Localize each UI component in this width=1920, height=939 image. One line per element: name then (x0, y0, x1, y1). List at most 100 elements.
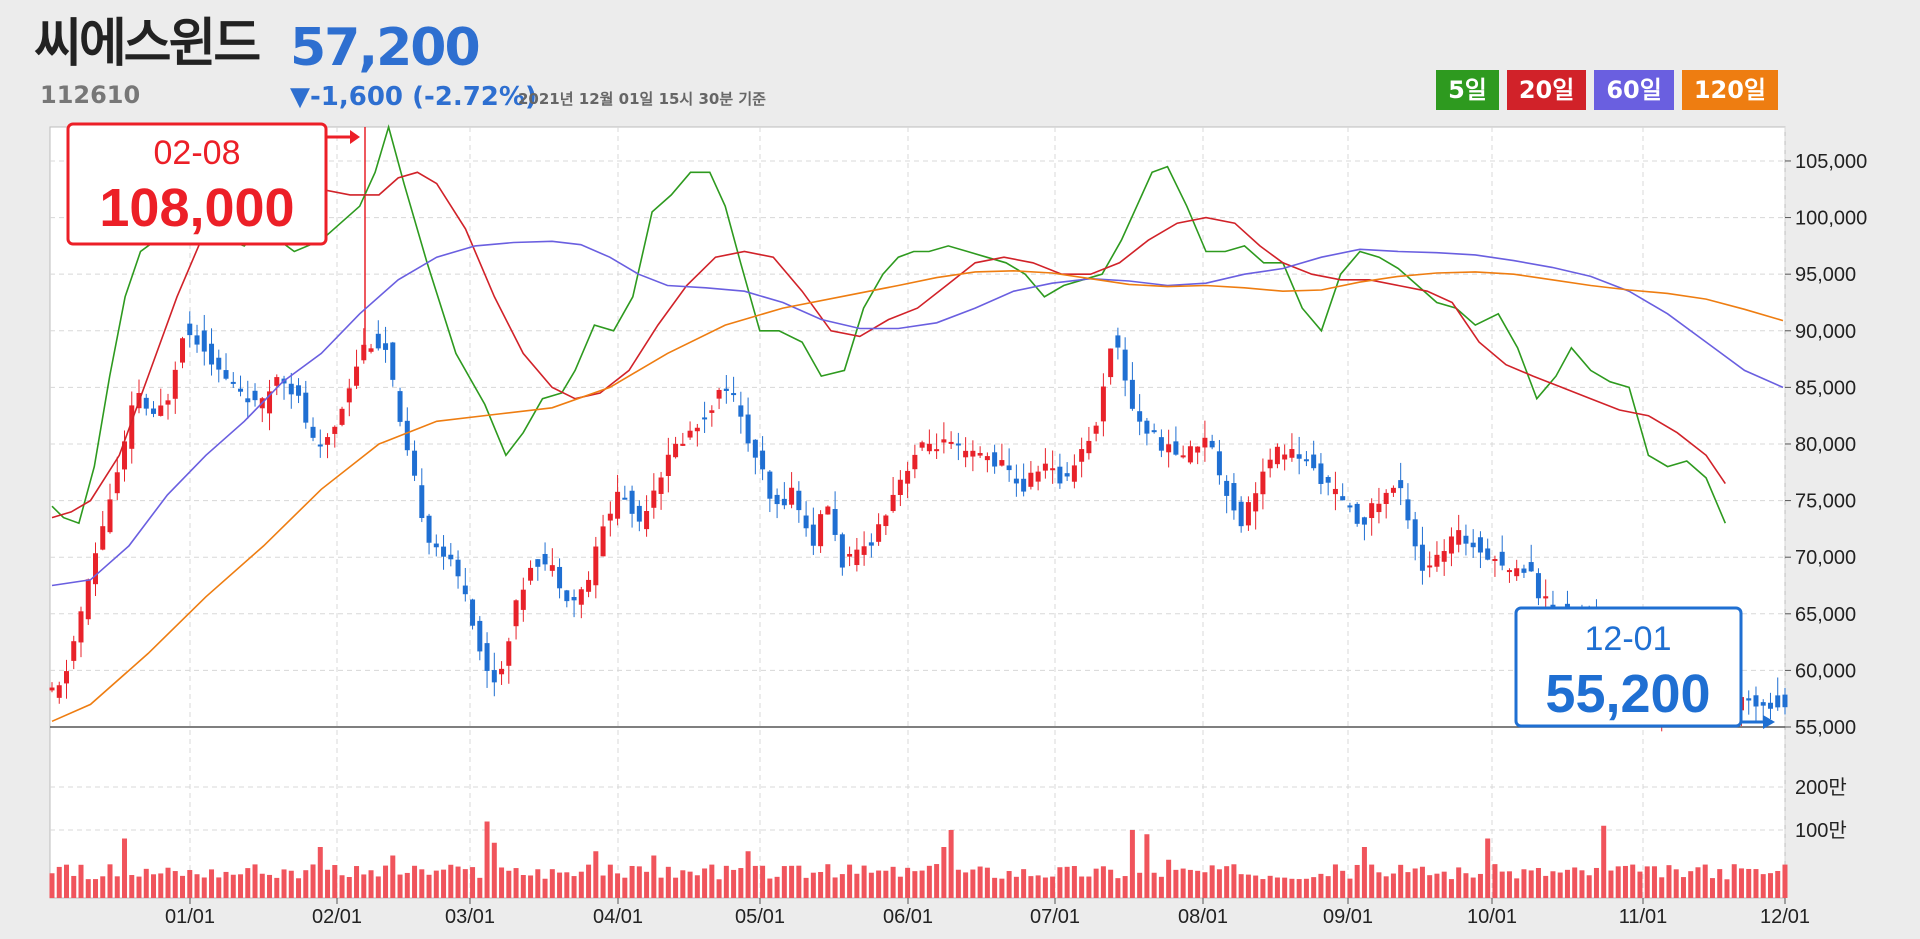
volume-bar (404, 872, 410, 898)
candle-body (506, 641, 512, 666)
volume-bar (702, 868, 708, 898)
candle-body (564, 590, 570, 602)
candle-body (1035, 471, 1041, 482)
volume-bar (1412, 868, 1418, 898)
candle-body (1079, 449, 1085, 462)
volume-bar (1651, 866, 1657, 898)
volume-bar (810, 872, 816, 898)
volume-bar (1166, 859, 1172, 898)
volume-bar (665, 866, 671, 898)
volume-bar (1659, 877, 1665, 898)
volume-bar (1042, 877, 1048, 898)
candle-body (1369, 503, 1375, 519)
stock-chart: 105,000 100,000 95,000 90,000 85,000 80,000 75… (49, 122, 1867, 928)
volume-bar (1376, 872, 1382, 898)
candle-body (1006, 465, 1012, 471)
volume-bar (1535, 867, 1541, 898)
candle-body (404, 420, 410, 451)
volume-bar (71, 875, 77, 898)
candle-body (731, 393, 737, 396)
candle-body (209, 343, 215, 365)
volume-bar (296, 878, 302, 898)
volume-bar (680, 870, 686, 898)
candle-body (339, 408, 345, 425)
volume-bar (1448, 879, 1454, 898)
volume-bar (1361, 847, 1367, 898)
x-tick-label: 01/01 (165, 906, 215, 928)
x-tick-label: 10/01 (1467, 906, 1517, 928)
candle-body (1144, 420, 1150, 434)
volume-bar (1608, 870, 1614, 898)
candle-body (984, 456, 990, 461)
candle-body (1187, 446, 1193, 463)
volume-bar (1615, 866, 1621, 898)
candle-body (433, 543, 439, 548)
candle-body (977, 453, 983, 456)
volume-bar (1100, 866, 1106, 898)
candle-body (644, 511, 650, 530)
volume-bar (1311, 877, 1317, 898)
volume-bar (564, 872, 570, 898)
volume-bar (542, 878, 548, 898)
candle-body (390, 342, 396, 380)
candle-body (535, 559, 541, 567)
candle-body (1318, 463, 1324, 484)
volume-bar (339, 875, 345, 898)
volume-bar (1398, 864, 1404, 898)
volume-bar (1195, 870, 1201, 898)
volume-bar (1717, 869, 1723, 898)
high-callout-date: 02-08 (154, 134, 241, 172)
volume-bar (607, 864, 613, 898)
volume-bar (1666, 865, 1672, 898)
volume-bar (165, 867, 171, 898)
candle-body (600, 526, 606, 557)
low-callout-date: 12-01 (1585, 620, 1672, 658)
volume-bar (615, 873, 621, 898)
candle-body (201, 330, 207, 352)
volume-bar (187, 870, 193, 898)
volume-bar (332, 865, 338, 898)
volume-bar (1680, 877, 1686, 898)
volume-bar (1688, 871, 1694, 898)
volume-bar (723, 865, 729, 898)
x-tick-label: 03/01 (445, 906, 495, 928)
candle-body (1238, 501, 1244, 527)
candle-body (1441, 551, 1447, 562)
volume-bar (310, 864, 316, 898)
volume-bar (1550, 871, 1556, 898)
candle-body (607, 513, 613, 521)
candle-body (629, 490, 635, 514)
volume-bar (912, 871, 918, 898)
candle-body (223, 370, 229, 379)
volume-bar (158, 873, 164, 898)
candle-body (1042, 463, 1048, 471)
volume-bar (934, 864, 940, 898)
candle-body (56, 685, 62, 698)
volume-bar (346, 876, 352, 898)
candle-body (1289, 449, 1295, 458)
candle-body (1775, 695, 1781, 708)
volume-bar (56, 866, 62, 898)
candle-body (1173, 441, 1179, 455)
candle-body (890, 494, 896, 512)
y-tick-label: 85,000 (1795, 377, 1856, 399)
volume-bar (709, 864, 715, 898)
candle-body (491, 670, 497, 683)
candle-body (1108, 348, 1114, 378)
volume-bar (1463, 873, 1469, 898)
volume-bar (230, 874, 236, 898)
volume-bar (1260, 879, 1266, 898)
candle-body (796, 490, 802, 511)
volume-bar (658, 877, 664, 898)
volume-bar (948, 830, 954, 898)
volume-bar (433, 870, 439, 898)
candle-body (1332, 488, 1338, 495)
volume-bar (462, 869, 468, 898)
volume-bar (114, 876, 120, 898)
volume-bar (1709, 878, 1715, 898)
candle-body (49, 687, 55, 691)
volume-bar (288, 870, 294, 898)
volume-bar (1499, 871, 1505, 898)
candle-body (1398, 480, 1404, 489)
candle-body (810, 524, 816, 546)
